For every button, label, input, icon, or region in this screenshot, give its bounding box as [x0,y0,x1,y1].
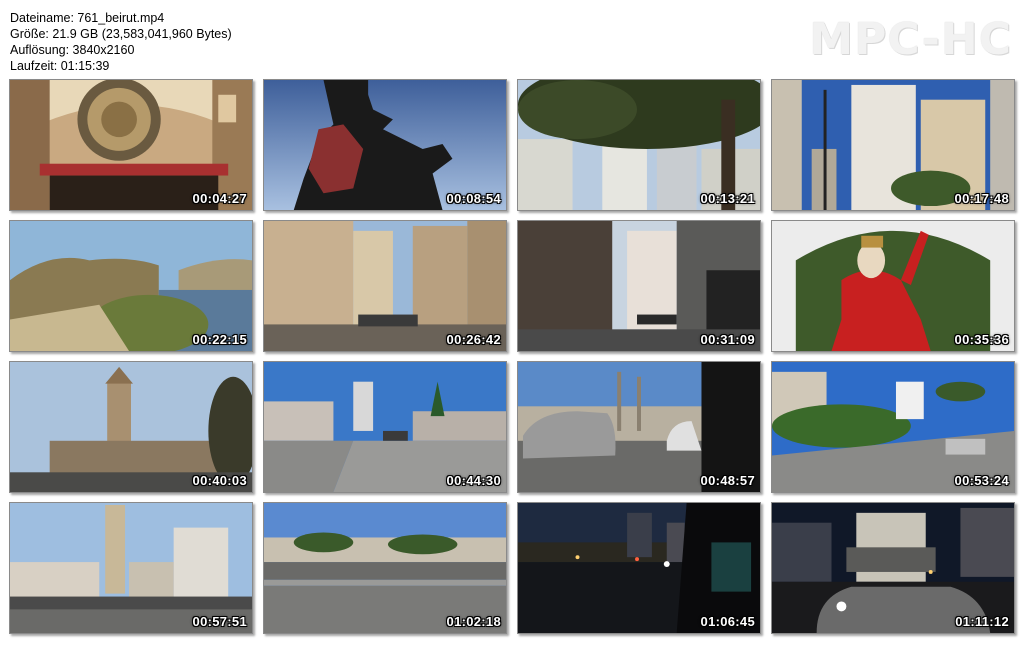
thumbnail[interactable]: 00:26:42 [263,220,507,352]
thumbnail[interactable]: 01:11:12 [771,502,1015,634]
file-name: Dateiname: 761_beirut.mp4 [10,11,165,25]
thumbnail[interactable]: 00:57:51 [9,502,253,634]
timestamp: 00:40:03 [192,473,247,488]
timestamp: 00:26:42 [446,332,501,347]
file-size: Größe: 21.9 GB (23,583,041,960 Bytes) [10,27,232,41]
timestamp: 00:17:48 [954,191,1009,206]
thumbnail[interactable]: 00:22:15 [9,220,253,352]
thumbnail[interactable]: 00:53:24 [771,361,1015,493]
timestamp: 00:13:21 [700,191,755,206]
thumbnail[interactable]: 00:04:27 [9,79,253,211]
timestamp: 01:06:45 [700,614,755,629]
timestamp: 01:11:12 [955,614,1009,629]
thumbnail[interactable]: 00:13:21 [517,79,761,211]
file-info-panel: Dateiname: 761_beirut.mp4 Größe: 21.9 GB… [10,10,232,74]
thumbnail[interactable]: 00:17:48 [771,79,1015,211]
file-resolution: Auflösung: 3840x2160 [10,43,135,57]
timestamp: 00:04:27 [192,191,247,206]
file-duration: Laufzeit: 01:15:39 [10,59,110,73]
timestamp: 00:53:24 [954,473,1009,488]
thumbnail[interactable]: 00:35:36 [771,220,1015,352]
thumbnail[interactable]: 01:02:18 [263,502,507,634]
thumbnail[interactable]: 00:48:57 [517,361,761,493]
timestamp: 00:08:54 [446,191,501,206]
timestamp: 00:22:15 [192,332,247,347]
timestamp: 00:31:09 [700,332,755,347]
timestamp: 00:44:30 [446,473,501,488]
thumbnail[interactable]: 00:08:54 [263,79,507,211]
timestamp: 00:57:51 [192,614,247,629]
thumbnail-grid: 00:04:27 00:08:54 00:13:21 00:17:48 00:2… [9,79,1015,634]
timestamp: 01:02:18 [446,614,501,629]
timestamp: 00:48:57 [700,473,755,488]
mpc-hc-logo: MPC-HC [809,14,1012,65]
thumbnail[interactable]: 00:44:30 [263,361,507,493]
thumbnail[interactable]: 00:31:09 [517,220,761,352]
thumbnail[interactable]: 00:40:03 [9,361,253,493]
timestamp: 00:35:36 [954,332,1009,347]
thumbnail[interactable]: 01:06:45 [517,502,761,634]
